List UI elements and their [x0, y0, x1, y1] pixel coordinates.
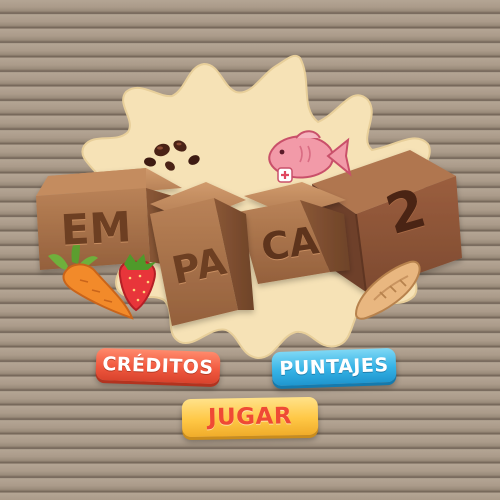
logo-text-em: EM	[59, 202, 133, 255]
creditos-button[interactable]: CRÉDITOS	[95, 347, 221, 385]
puntajes-button[interactable]: PUNTAJES	[271, 347, 397, 387]
jugar-button[interactable]: JUGAR	[181, 396, 319, 438]
title-screen: EM PA CA 2 CRÉDITOS PUNTAJES JUGAR	[0, 0, 500, 500]
